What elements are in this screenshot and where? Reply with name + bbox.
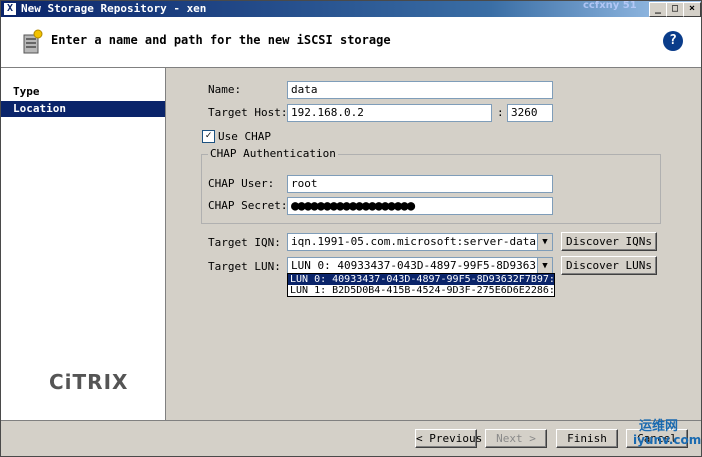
previous-button[interactable]: < Previous [415, 429, 482, 448]
chevron-down-icon[interactable]: ▼ [537, 258, 552, 274]
watermark-top: ccfxny 51 [583, 0, 637, 11]
citrix-logo: CiTRIX [49, 370, 129, 394]
port-field[interactable]: 3260 [507, 104, 553, 122]
target-iqn-label: Target IQN: [208, 236, 281, 249]
xen-app-icon: X [4, 3, 16, 15]
wizard-steps-sidebar: Type Location CiTRIX [1, 68, 166, 420]
use-chap-label[interactable]: Use CHAP [218, 130, 271, 143]
close-icon[interactable]: × [683, 2, 701, 17]
watermark-cn: 运维网 [639, 419, 679, 434]
page-title: Enter a name and path for the new iSCSI … [51, 33, 391, 47]
step-type[interactable]: Type [1, 84, 165, 100]
target-lun-value: LUN 0: 40933437-043D-4897-99F5-8D93632F7… [291, 259, 536, 272]
chap-secret-label: CHAP Secret: [208, 199, 288, 212]
target-iqn-dropdown[interactable]: iqn.1991-05.com.microsoft:server-data-ta… [287, 233, 553, 251]
lun-dropdown-list: LUN 0: 40933437-043D-4897-99F5-8D93632F7… [287, 273, 555, 297]
chap-user-label: CHAP User: [208, 177, 275, 190]
step-location[interactable]: Location [1, 101, 165, 117]
wizard-footer: < Previous Next > Finish Cancel [1, 420, 701, 456]
use-chap-checkbox[interactable]: ✓ [202, 130, 215, 143]
discover-luns-button[interactable]: Discover LUNs [561, 256, 657, 275]
target-lun-label: Target LUN: [208, 260, 281, 273]
wizard-header: Enter a name and path for the new iSCSI … [1, 17, 701, 68]
name-field[interactable]: data [287, 81, 553, 99]
lun-option-0[interactable]: LUN 0: 40933437-043D-4897-99F5-8D93632F7… [288, 274, 554, 285]
chap-user-field[interactable]: root [287, 175, 553, 193]
name-label: Name: [208, 83, 242, 96]
storage-wizard-window: X New Storage Repository - xen ccfxny 51… [0, 0, 702, 457]
minimize-icon[interactable]: _ [649, 2, 667, 17]
lun-option-1[interactable]: LUN 1: B2D5D0B4-415B-4524-9D3F-275E6D6E2… [288, 285, 554, 296]
watermark-url: iyunv.com [633, 433, 702, 447]
chevron-down-icon[interactable]: ▼ [537, 234, 552, 250]
target-host-field[interactable]: 192.168.0.2 [287, 104, 492, 122]
next-button[interactable]: Next > [485, 429, 547, 448]
target-host-label: Target Host: [208, 106, 288, 119]
watermark-logo: 运维网 iyunv.com [613, 413, 702, 455]
chap-group-title: CHAP Authentication [208, 147, 338, 160]
maximize-icon[interactable]: □ [666, 2, 684, 17]
finish-button[interactable]: Finish [556, 429, 618, 448]
chap-secret-field[interactable]: ●●●●●●●●●●●●●●●●●●● [287, 197, 553, 215]
help-icon[interactable]: ? [663, 31, 683, 51]
title-bar[interactable]: X New Storage Repository - xen ccfxny 51… [1, 1, 701, 17]
port-separator: : [497, 106, 504, 119]
storage-server-icon [23, 29, 43, 54]
window-title: New Storage Repository - xen [21, 2, 207, 15]
target-iqn-value: iqn.1991-05.com.microsoft:server-data-ta… [291, 235, 536, 248]
discover-iqns-button[interactable]: Discover IQNs [561, 232, 657, 251]
